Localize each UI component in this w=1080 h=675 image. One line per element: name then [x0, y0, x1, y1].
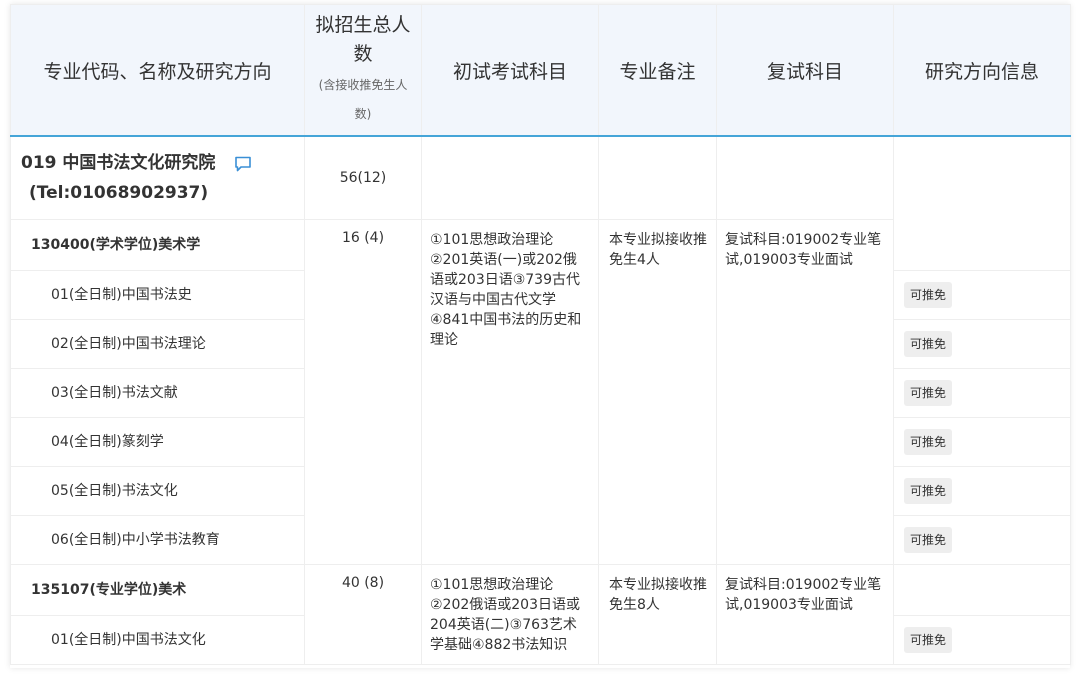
recommend-tag[interactable]: 可推免: [904, 527, 953, 553]
direction-label: 04(全日制)篆刻学: [10, 417, 305, 467]
enrollment-table-container: 专业代码、名称及研究方向 拟招生总人数 (含接收推免生人数) 初试考试科目 专业…: [10, 4, 1071, 668]
header-enroll-main: 拟招生总人数: [315, 14, 411, 65]
direction-label: 06(全日制)中小学书法教育: [10, 515, 305, 565]
major-row: 135107(专业学位)美术 40 (8) ①101思想政治理论②202俄语或2…: [10, 564, 1071, 665]
header-exam: 初试考试科目: [421, 4, 599, 137]
department-retest-empty: [716, 135, 894, 220]
recommend-tag[interactable]: 可推免: [904, 478, 953, 504]
major-retest: 复试科目:019002专业笔试,019003专业面试: [716, 564, 894, 665]
department-count: 56(12): [304, 135, 422, 220]
major-retest: 复试科目:019002专业笔试,019003专业面试: [716, 219, 894, 565]
major-name: 135107(专业学位)美术: [10, 564, 305, 616]
direction-tag-cell: 可推免: [893, 270, 1071, 320]
header-code: 专业代码、名称及研究方向: [10, 4, 305, 137]
header-remark: 专业备注: [598, 4, 717, 137]
header-enroll: 拟招生总人数 (含接收推免生人数): [304, 4, 422, 137]
direction-tag-cell: 可推免: [893, 368, 1071, 418]
header-direction-info: 研究方向信息: [893, 4, 1071, 137]
major-name: 130400(学术学位)美术学: [10, 219, 305, 271]
direction-tag-cell: 可推免: [893, 319, 1071, 369]
direction-label: 05(全日制)书法文化: [10, 466, 305, 516]
major-exam-subjects: ①101思想政治理论②202俄语或203日语或204英语(二)③763艺术学基础…: [421, 564, 599, 665]
major-direction-empty: [893, 564, 1071, 616]
direction-tag-cell: 可推免: [893, 615, 1071, 665]
recommend-tag[interactable]: 可推免: [904, 331, 953, 357]
direction-tag-cell: 可推免: [893, 515, 1071, 565]
major-exam-subjects: ①101思想政治理论②201英语(一)或202俄语或203日语③739古代汉语与…: [421, 219, 599, 565]
direction-tag-cell: 可推免: [893, 466, 1071, 516]
department-cell: 019 中国书法文化研究院 (Tel:01068902937): [10, 135, 305, 220]
recommend-tag[interactable]: 可推免: [904, 380, 953, 406]
major-count: 40 (8): [304, 564, 422, 665]
major-count: 16 (4): [304, 219, 422, 565]
header-retest: 复试科目: [716, 4, 894, 137]
department-tel: (Tel:01068902937): [29, 183, 209, 203]
recommend-tag[interactable]: 可推免: [904, 627, 953, 653]
recommend-tag[interactable]: 可推免: [904, 282, 953, 308]
department-title: 019 中国书法文化研究院: [21, 153, 216, 173]
major-remark: 本专业拟接收推免生4人: [598, 219, 717, 565]
direction-tag-cell: 可推免: [893, 417, 1071, 467]
direction-label: 01(全日制)中国书法史: [10, 270, 305, 320]
department-exam-empty: [421, 135, 599, 220]
enrollment-table: 专业代码、名称及研究方向 拟招生总人数 (含接收推免生人数) 初试考试科目 专业…: [10, 4, 1071, 665]
comment-icon[interactable]: [234, 156, 252, 172]
department-direction-empty: [893, 135, 1071, 271]
department-remark-empty: [598, 135, 717, 220]
recommend-tag[interactable]: 可推免: [904, 429, 953, 455]
header-enroll-sub: (含接收推免生人数): [318, 78, 408, 121]
direction-label: 03(全日制)书法文献: [10, 368, 305, 418]
direction-label: 02(全日制)中国书法理论: [10, 319, 305, 369]
direction-label: 01(全日制)中国书法文化: [10, 615, 305, 665]
header-row: 专业代码、名称及研究方向 拟招生总人数 (含接收推免生人数) 初试考试科目 专业…: [10, 4, 1071, 137]
department-row: 019 中国书法文化研究院 (Tel:01068902937) 56(12): [10, 135, 1071, 271]
major-remark: 本专业拟接收推免生8人: [598, 564, 717, 665]
